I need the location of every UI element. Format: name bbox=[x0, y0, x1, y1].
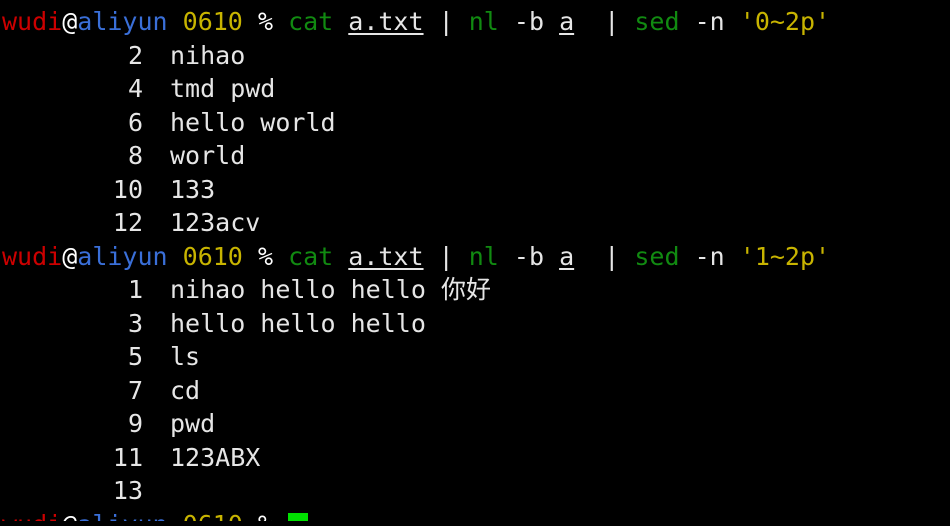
sed-expression-1: '0~2p' bbox=[739, 7, 831, 36]
line-number: 2 bbox=[127, 40, 143, 70]
line-text: hello world bbox=[170, 107, 336, 137]
output-row: 11 123ABX bbox=[0, 441, 950, 475]
command-line-2[interactable]: wudi@aliyun 0610 % cat a.txt | nl -b a |… bbox=[0, 240, 950, 274]
line-text-cjk: 你好 bbox=[440, 275, 491, 304]
line-text: cd bbox=[170, 375, 201, 405]
command-cat-2: cat bbox=[288, 241, 334, 271]
prompt-host: aliyun bbox=[77, 7, 168, 36]
line-text: world bbox=[170, 141, 246, 170]
line-number: 1 bbox=[127, 275, 143, 304]
line-number: 13 bbox=[112, 476, 143, 505]
line-text: 123ABX bbox=[170, 442, 261, 472]
command-nl-2: nl bbox=[468, 241, 499, 271]
terminal-scrollback: wudi@aliyun 0610 % cat a.txt | nl -b a |… bbox=[0, 5, 950, 521]
prompt-host: aliyun bbox=[77, 241, 168, 271]
prompt-user: wudi bbox=[2, 241, 63, 271]
output-row: 2 nihao bbox=[0, 39, 950, 73]
terminal-window[interactable]: wudi@aliyun 0610 % wudi@aliyun 0610 % ca… bbox=[0, 0, 950, 526]
prompt-user: wudi bbox=[2, 7, 63, 36]
line-text: 123acv bbox=[170, 208, 261, 237]
prompt-symbol: % bbox=[257, 7, 273, 36]
command-sed-2: sed bbox=[634, 241, 680, 271]
output-row: 9 pwd bbox=[0, 407, 950, 441]
line-text: nihao bbox=[170, 40, 246, 70]
pipe-symbol-2b: | bbox=[604, 241, 620, 271]
prompt-directory: 0610 bbox=[182, 241, 243, 271]
line-text: 133 bbox=[170, 174, 216, 204]
output-row: 6 hello world bbox=[0, 106, 950, 140]
line-number: 10 bbox=[112, 174, 143, 204]
line-number: 12 bbox=[112, 208, 143, 237]
line-text: tmd pwd bbox=[170, 74, 276, 103]
line-number: 6 bbox=[127, 107, 143, 137]
line-number: 8 bbox=[127, 141, 143, 170]
command-file-2: a.txt bbox=[348, 241, 424, 271]
prompt-host-current: aliyun bbox=[77, 510, 167, 521]
output-row: 3 hello hello hello bbox=[0, 307, 950, 341]
prompt-symbol-current: % bbox=[258, 510, 273, 521]
arg-a-1: a bbox=[559, 7, 575, 36]
line-text: ls bbox=[170, 342, 201, 371]
line-number: 11 bbox=[112, 442, 143, 472]
output-row: 4 tmd pwd bbox=[0, 72, 950, 106]
line-number: 3 bbox=[127, 308, 143, 338]
text-cursor[interactable] bbox=[288, 512, 309, 521]
flag-b-2: -b bbox=[513, 241, 545, 271]
line-number: 9 bbox=[127, 409, 143, 438]
output-row: 7 cd bbox=[0, 374, 950, 408]
sed-expression-2: '1~2p' bbox=[739, 241, 831, 271]
prompt-at-symbol-current: @ bbox=[62, 510, 77, 521]
command-line-1[interactable]: wudi@aliyun 0610 % cat a.txt | nl -b a |… bbox=[0, 5, 950, 39]
current-command-line[interactable]: wudi@aliyun 0610 % bbox=[0, 508, 950, 521]
line-text: nihao hello hello bbox=[170, 275, 441, 304]
line-number: 4 bbox=[127, 74, 143, 103]
prompt-at-symbol: @ bbox=[62, 7, 78, 36]
command-cat-1: cat bbox=[288, 7, 334, 36]
output-row: 1 nihao hello hello 你好 bbox=[0, 273, 950, 307]
prompt-at-symbol: @ bbox=[62, 241, 78, 271]
pipe-symbol-1b: | bbox=[604, 7, 620, 36]
pipe-symbol-1a: | bbox=[438, 7, 454, 36]
output-row: 5 ls bbox=[0, 340, 950, 374]
line-text: pwd bbox=[170, 409, 216, 438]
command-file-1: a.txt bbox=[348, 7, 424, 36]
flag-n-2: -n bbox=[694, 241, 725, 271]
output-row: 10 133 bbox=[0, 173, 950, 207]
arg-a-2: a bbox=[559, 241, 575, 271]
prompt-directory: 0610 bbox=[182, 7, 243, 36]
prompt-user-current: wudi bbox=[2, 510, 62, 521]
line-number: 5 bbox=[127, 342, 143, 371]
pipe-symbol-2a: | bbox=[438, 241, 454, 271]
output-row: 13 bbox=[0, 474, 950, 508]
command-nl-1: nl bbox=[468, 7, 499, 36]
line-text: hello hello hello bbox=[170, 308, 426, 338]
prompt-symbol: % bbox=[257, 241, 273, 271]
line-number: 7 bbox=[127, 375, 143, 405]
flag-n-1: -n bbox=[694, 7, 725, 36]
command-sed-1: sed bbox=[634, 7, 680, 36]
output-row: 12 123acv bbox=[0, 206, 950, 240]
flag-b-1: -b bbox=[513, 7, 545, 36]
output-row: 8 world bbox=[0, 139, 950, 173]
prompt-directory-current: 0610 bbox=[183, 510, 243, 521]
